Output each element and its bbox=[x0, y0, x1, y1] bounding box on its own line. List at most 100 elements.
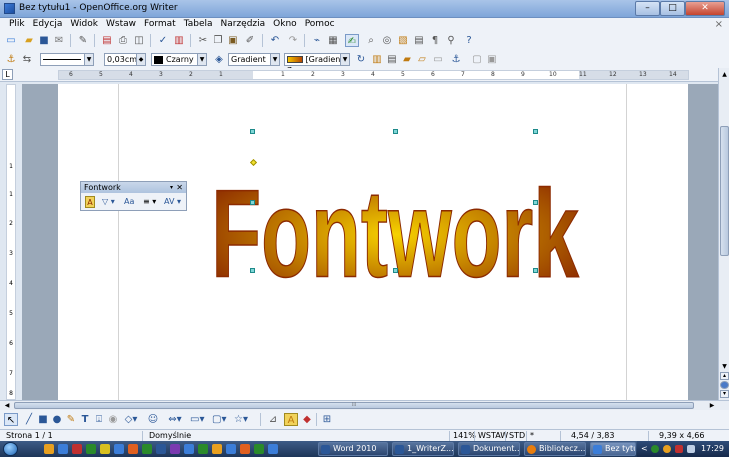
points-icon[interactable]: ◉ bbox=[106, 413, 120, 426]
quicklaunch-icon[interactable] bbox=[142, 444, 152, 454]
selection-handle[interactable] bbox=[533, 129, 538, 134]
selection-handle[interactable] bbox=[250, 268, 255, 273]
undo-icon[interactable]: ↶ bbox=[268, 34, 282, 47]
maximize-button[interactable]: □ bbox=[660, 1, 685, 16]
selection-handle[interactable] bbox=[533, 200, 538, 205]
formatting-marks-icon[interactable]: ¶ bbox=[428, 34, 442, 47]
show-draw-functions-icon[interactable]: ✍ bbox=[345, 34, 359, 47]
quicklaunch-icon[interactable] bbox=[254, 444, 264, 454]
quicklaunch-icon[interactable] bbox=[100, 444, 110, 454]
export-pdf-icon[interactable]: ▤ bbox=[100, 34, 114, 47]
area-style-select[interactable]: Gradient ▼ bbox=[228, 53, 280, 66]
horizontal-scroll-thumb[interactable]: ⁞⁞⁞ bbox=[14, 402, 694, 409]
flowcharts-icon[interactable]: ▭▾ bbox=[190, 413, 204, 426]
select-icon[interactable]: ↖ bbox=[4, 413, 18, 426]
minimize-button[interactable]: – bbox=[635, 1, 660, 16]
open-folder-icon[interactable]: ▰ bbox=[22, 34, 36, 47]
menu-file[interactable]: Plik bbox=[0, 18, 29, 31]
tray-app-icon[interactable] bbox=[663, 445, 671, 453]
horizontal-scrollbar[interactable]: ◀ ⁞⁞⁞ ▶ bbox=[0, 400, 729, 410]
line-ends-icon[interactable]: ⇆ bbox=[20, 53, 34, 66]
document-page[interactable]: Fontwork bbox=[58, 84, 688, 400]
scroll-down-icon[interactable]: ▼ bbox=[720, 362, 729, 371]
fontwork-alignment-button[interactable]: ≡ ▾ bbox=[143, 196, 156, 208]
selection-handle[interactable] bbox=[393, 268, 398, 273]
freeform-tool-icon[interactable]: ✎ bbox=[64, 413, 78, 426]
quicklaunch-icon[interactable] bbox=[226, 444, 236, 454]
navigation-icon[interactable] bbox=[720, 381, 729, 389]
fontwork-shape-button[interactable]: ▽ ▾ bbox=[102, 196, 115, 208]
taskbar-task-library[interactable]: Bibliotecz... bbox=[524, 442, 586, 456]
edit-file-icon[interactable]: ✎ bbox=[76, 34, 90, 47]
page-preview-icon[interactable]: ◫ bbox=[132, 34, 146, 47]
quicklaunch-icon[interactable] bbox=[240, 444, 250, 454]
line-color-select[interactable]: Czarny ▼ bbox=[151, 53, 207, 66]
stars-icon[interactable]: ☆▾ bbox=[234, 413, 248, 426]
tab-stop-selector[interactable]: L bbox=[2, 69, 13, 80]
page-indicator[interactable]: Strona 1 / 1 bbox=[0, 431, 53, 441]
quicklaunch-icon[interactable] bbox=[212, 444, 222, 454]
selection-handle[interactable] bbox=[533, 268, 538, 273]
volume-icon[interactable] bbox=[687, 445, 695, 453]
print-icon[interactable]: ⎙ bbox=[116, 34, 130, 47]
insert-mode[interactable]: WSTAW bbox=[474, 431, 508, 441]
zoom-icon[interactable]: ⚲ bbox=[444, 34, 458, 47]
tray-expand-icon[interactable]: < bbox=[641, 444, 648, 453]
fontwork-icon-small[interactable]: ▣ bbox=[485, 53, 499, 66]
selection-handle[interactable] bbox=[250, 129, 255, 134]
taskbar-task-document[interactable]: Dokument... bbox=[458, 442, 520, 456]
taskbar-task-word[interactable]: Word 2010 bbox=[318, 442, 388, 456]
block-arrows-icon[interactable]: ⇔▾ bbox=[168, 413, 182, 426]
table-icon[interactable]: ▦ bbox=[326, 34, 340, 47]
menu-format[interactable]: Format bbox=[140, 18, 180, 31]
start-button[interactable] bbox=[3, 442, 18, 456]
align-icon[interactable]: ▤ bbox=[385, 53, 399, 66]
line-tool-icon[interactable]: ╱ bbox=[22, 413, 36, 426]
fontwork-text[interactable]: Fontwork bbox=[211, 165, 580, 305]
scroll-right-icon[interactable]: ▶ bbox=[707, 401, 717, 410]
data-sources-icon[interactable]: ▤ bbox=[412, 34, 426, 47]
quicklaunch-icon[interactable] bbox=[156, 444, 166, 454]
quicklaunch-icon[interactable] bbox=[44, 444, 54, 454]
toolbar-menu-icon[interactable]: ▾ bbox=[170, 182, 173, 193]
send-back-icon[interactable]: ▱ bbox=[415, 53, 429, 66]
text-tool-icon[interactable]: T bbox=[78, 413, 92, 426]
menu-edit[interactable]: Edycja bbox=[29, 18, 67, 31]
gallery-icon[interactable]: ▧ bbox=[396, 34, 410, 47]
vertical-scroll-thumb[interactable] bbox=[720, 126, 729, 256]
taskbar-task-writer[interactable]: Bez tytułu... bbox=[590, 442, 636, 456]
taskbar-task-writerz[interactable]: 1_WriterZ... bbox=[392, 442, 454, 456]
clock[interactable]: 17:29 bbox=[701, 444, 724, 453]
rectangle-tool-icon[interactable]: ■ bbox=[36, 413, 50, 426]
network-icon[interactable] bbox=[651, 445, 659, 453]
wrap-icon[interactable]: ▥ bbox=[370, 53, 384, 66]
close-icon[interactable]: ✕ bbox=[176, 182, 183, 193]
bring-front-icon[interactable]: ▰ bbox=[400, 53, 414, 66]
scroll-up-icon[interactable]: ▲ bbox=[720, 70, 729, 79]
group-icon[interactable]: ▭ bbox=[431, 53, 445, 66]
quicklaunch-icon[interactable] bbox=[114, 444, 124, 454]
selection-handle[interactable] bbox=[250, 200, 255, 205]
menu-tools[interactable]: Narzędzia bbox=[217, 18, 270, 31]
line-width-field[interactable]: 0,03cm ◆ bbox=[104, 53, 146, 66]
save-icon[interactable]: ■ bbox=[37, 34, 51, 47]
vertical-ruler[interactable]: 1 1 2 3 4 5 6 7 8 bbox=[6, 84, 16, 400]
help-icon[interactable]: ? bbox=[462, 34, 476, 47]
callout-tool-icon[interactable]: ⍗ bbox=[92, 413, 106, 426]
menu-insert[interactable]: Wstaw bbox=[102, 18, 140, 31]
quicklaunch-icon[interactable] bbox=[184, 444, 194, 454]
callouts-icon[interactable]: ▢▾ bbox=[212, 413, 226, 426]
horizontal-ruler[interactable]: 6 5 4 3 2 1 1 2 3 4 5 6 7 8 9 10 11 12 1… bbox=[58, 70, 689, 80]
vertical-scrollbar[interactable]: ▲ ▼ ▴ ▾ bbox=[718, 68, 729, 400]
menu-table[interactable]: Tabela bbox=[180, 18, 217, 31]
quicklaunch-icon[interactable] bbox=[58, 444, 68, 454]
zoom-level[interactable]: 141% bbox=[449, 431, 476, 441]
autospellcheck-icon[interactable]: ▥ bbox=[172, 34, 186, 47]
fontwork-same-height-button[interactable]: Aa bbox=[124, 196, 134, 208]
ellipse-tool-icon[interactable]: ● bbox=[50, 413, 64, 426]
document-close-icon[interactable]: × bbox=[715, 18, 723, 31]
from-file-icon[interactable]: ◆ bbox=[300, 413, 314, 426]
quicklaunch-icon[interactable] bbox=[128, 444, 138, 454]
clone-format-icon[interactable]: ✐ bbox=[243, 34, 257, 47]
navigator-icon[interactable]: ◎ bbox=[380, 34, 394, 47]
